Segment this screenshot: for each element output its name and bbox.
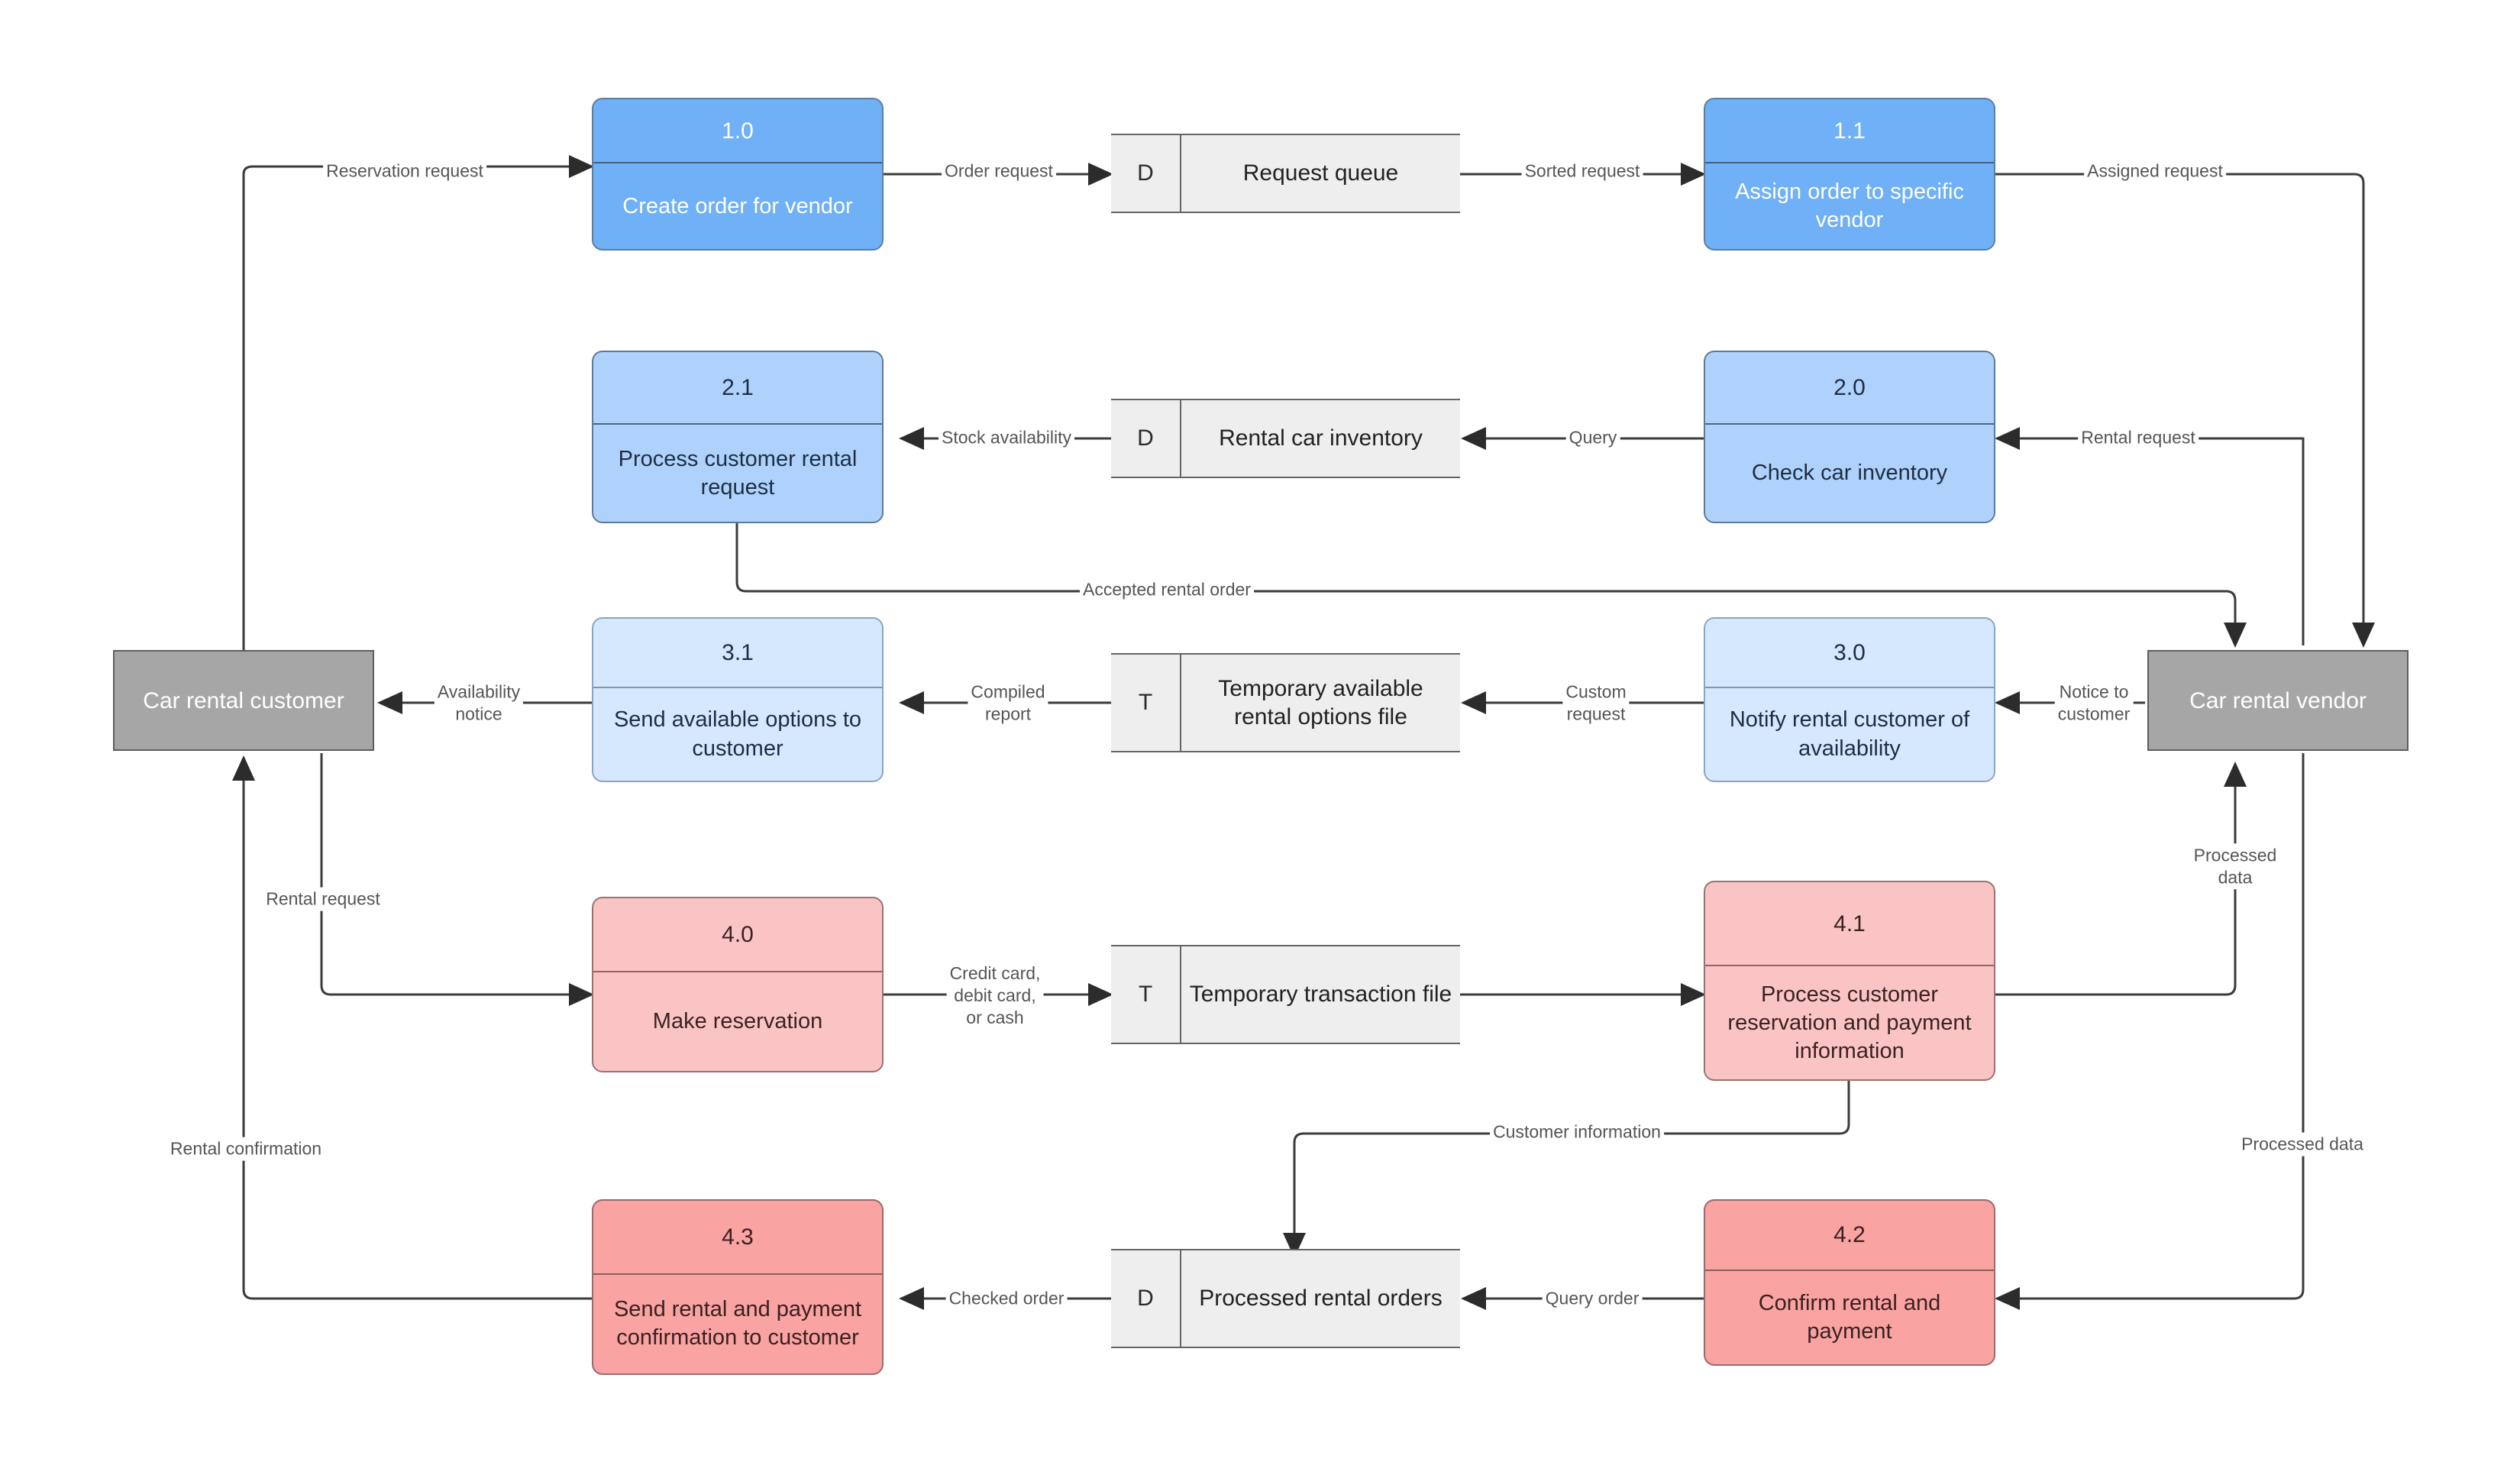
datastore-name: Request queue [1242,160,1399,186]
process-number: 2.1 [722,375,754,401]
process-4-1[interactable]: 4.1 Process customer reservation and pay… [1704,881,1995,1081]
dfd-canvas: 1.0 Create order for vendor 1.1 Assign o… [0,0,2520,1462]
flow-label-custom-request: Custom request [1562,680,1630,726]
flow-label-processed-data-down: Processed data [2238,1132,2367,1156]
process-4-2[interactable]: 4.2 Confirm rental and payment [1704,1199,1995,1366]
wire-rental-request-vendor [1995,427,2305,645]
process-number: 1.0 [722,118,754,144]
flow-label-compiled-report: Compiled report [968,680,1048,726]
flow-label-stock-availability: Stock availability [938,425,1075,450]
process-3-1[interactable]: 3.1 Send available options to customer [592,617,884,782]
process-name: Assign order to specific vendor [1735,180,1964,233]
process-name: Process customer rental request [618,446,858,500]
flow-label-query-order: Query order [1542,1286,1643,1311]
flow-label-assigned-request: Assigned request [2084,159,2226,183]
process-name: Notify rental customer of availability [1729,707,1970,761]
datastore-name: Temporary transaction file [1189,982,1452,1008]
process-2-1[interactable]: 2.1 Process customer rental request [592,351,884,523]
datastore-name: Processed rental orders [1199,1286,1443,1312]
process-name: Create order for vendor [622,193,853,218]
process-2-0[interactable]: 2.0 Check car inventory [1704,351,1995,523]
flow-label-rental-request-vendor: Rental request [2078,425,2199,450]
process-1-0[interactable]: 1.0 Create order for vendor [592,98,884,251]
process-number: 4.3 [722,1224,754,1250]
datastore-letter: T [1111,946,1181,1043]
datastore-letter: D [1111,135,1181,212]
flow-label-payment-method: Credit card, debit card, or cash [946,961,1044,1030]
flow-label-notice-to-customer: Notice to customer [2054,680,2134,726]
process-number: 1.1 [1833,118,1866,144]
wire-reservation-request [242,155,594,650]
datastore-letter: D [1111,1250,1181,1347]
process-4-3[interactable]: 4.3 Send rental and payment confirmation… [592,1199,884,1375]
process-name: Process customer reservation and payment… [1727,982,1972,1063]
process-number: 3.0 [1833,640,1866,666]
process-name: Send rental and payment confirmation to … [613,1297,862,1350]
datastore-temp-available-options[interactable]: T Temporary available rental options fil… [1111,653,1460,752]
datastore-name: Temporary available rental options file [1218,675,1423,730]
process-number: 3.1 [722,640,754,666]
process-name: Confirm rental and payment [1758,1290,1941,1344]
flow-label-availability-notice: Availability notice [434,680,524,726]
datastore-letter: T [1111,655,1181,751]
flow-label-rental-request-customer: Rental request [263,887,383,911]
flow-label-checked-order: Checked order [945,1286,1068,1311]
process-name: Make reservation [652,1008,823,1033]
process-name: Check car inventory [1751,461,1948,486]
wire-rental-request-customer [320,753,594,1006]
flow-label-processed-data-up: Processed data [2190,843,2280,889]
process-3-0[interactable]: 3.0 Notify rental customer of availabili… [1704,617,1995,782]
datastore-rental-car-inventory[interactable]: D Rental car inventory [1111,399,1460,478]
datastore-name: Rental car inventory [1219,425,1423,451]
process-number: 4.1 [1833,911,1866,936]
flow-label-order-request: Order request [942,159,1056,183]
flow-label-query: Query [1565,425,1620,450]
datastore-letter: D [1111,400,1181,477]
datastore-temp-transaction-file[interactable]: T Temporary transaction file [1111,945,1460,1044]
datastore-processed-rental-orders[interactable]: D Processed rental orders [1111,1249,1460,1348]
flow-label-reservation-request: Reservation request [323,159,486,183]
process-1-1[interactable]: 1.1 Assign order to specific vendor [1704,98,1995,251]
flow-label-accepted-rental-order: Accepted rental order [1080,577,1254,602]
process-name: Send available options to customer [613,707,862,761]
wire-accepted-rental-order [735,522,2247,648]
flow-label-rental-confirmation: Rental confirmation [166,1137,325,1161]
process-number: 4.0 [722,921,754,947]
entity-car-rental-vendor[interactable]: Car rental vendor [2147,650,2409,751]
entity-car-rental-customer[interactable]: Car rental customer [113,650,374,751]
datastore-request-queue[interactable]: D Request queue [1111,134,1460,213]
process-number: 2.0 [1833,375,1866,401]
flow-label-customer-information: Customer information [1490,1120,1664,1144]
process-4-0[interactable]: 4.0 Make reservation [592,897,884,1072]
wire-processed-data-down [1995,753,2305,1310]
wire-assigned-request [1994,173,2375,648]
process-number: 4.2 [1833,1222,1866,1248]
wire-rental-confirmation [232,755,592,1300]
flow-label-sorted-request: Sorted request [1521,159,1643,183]
